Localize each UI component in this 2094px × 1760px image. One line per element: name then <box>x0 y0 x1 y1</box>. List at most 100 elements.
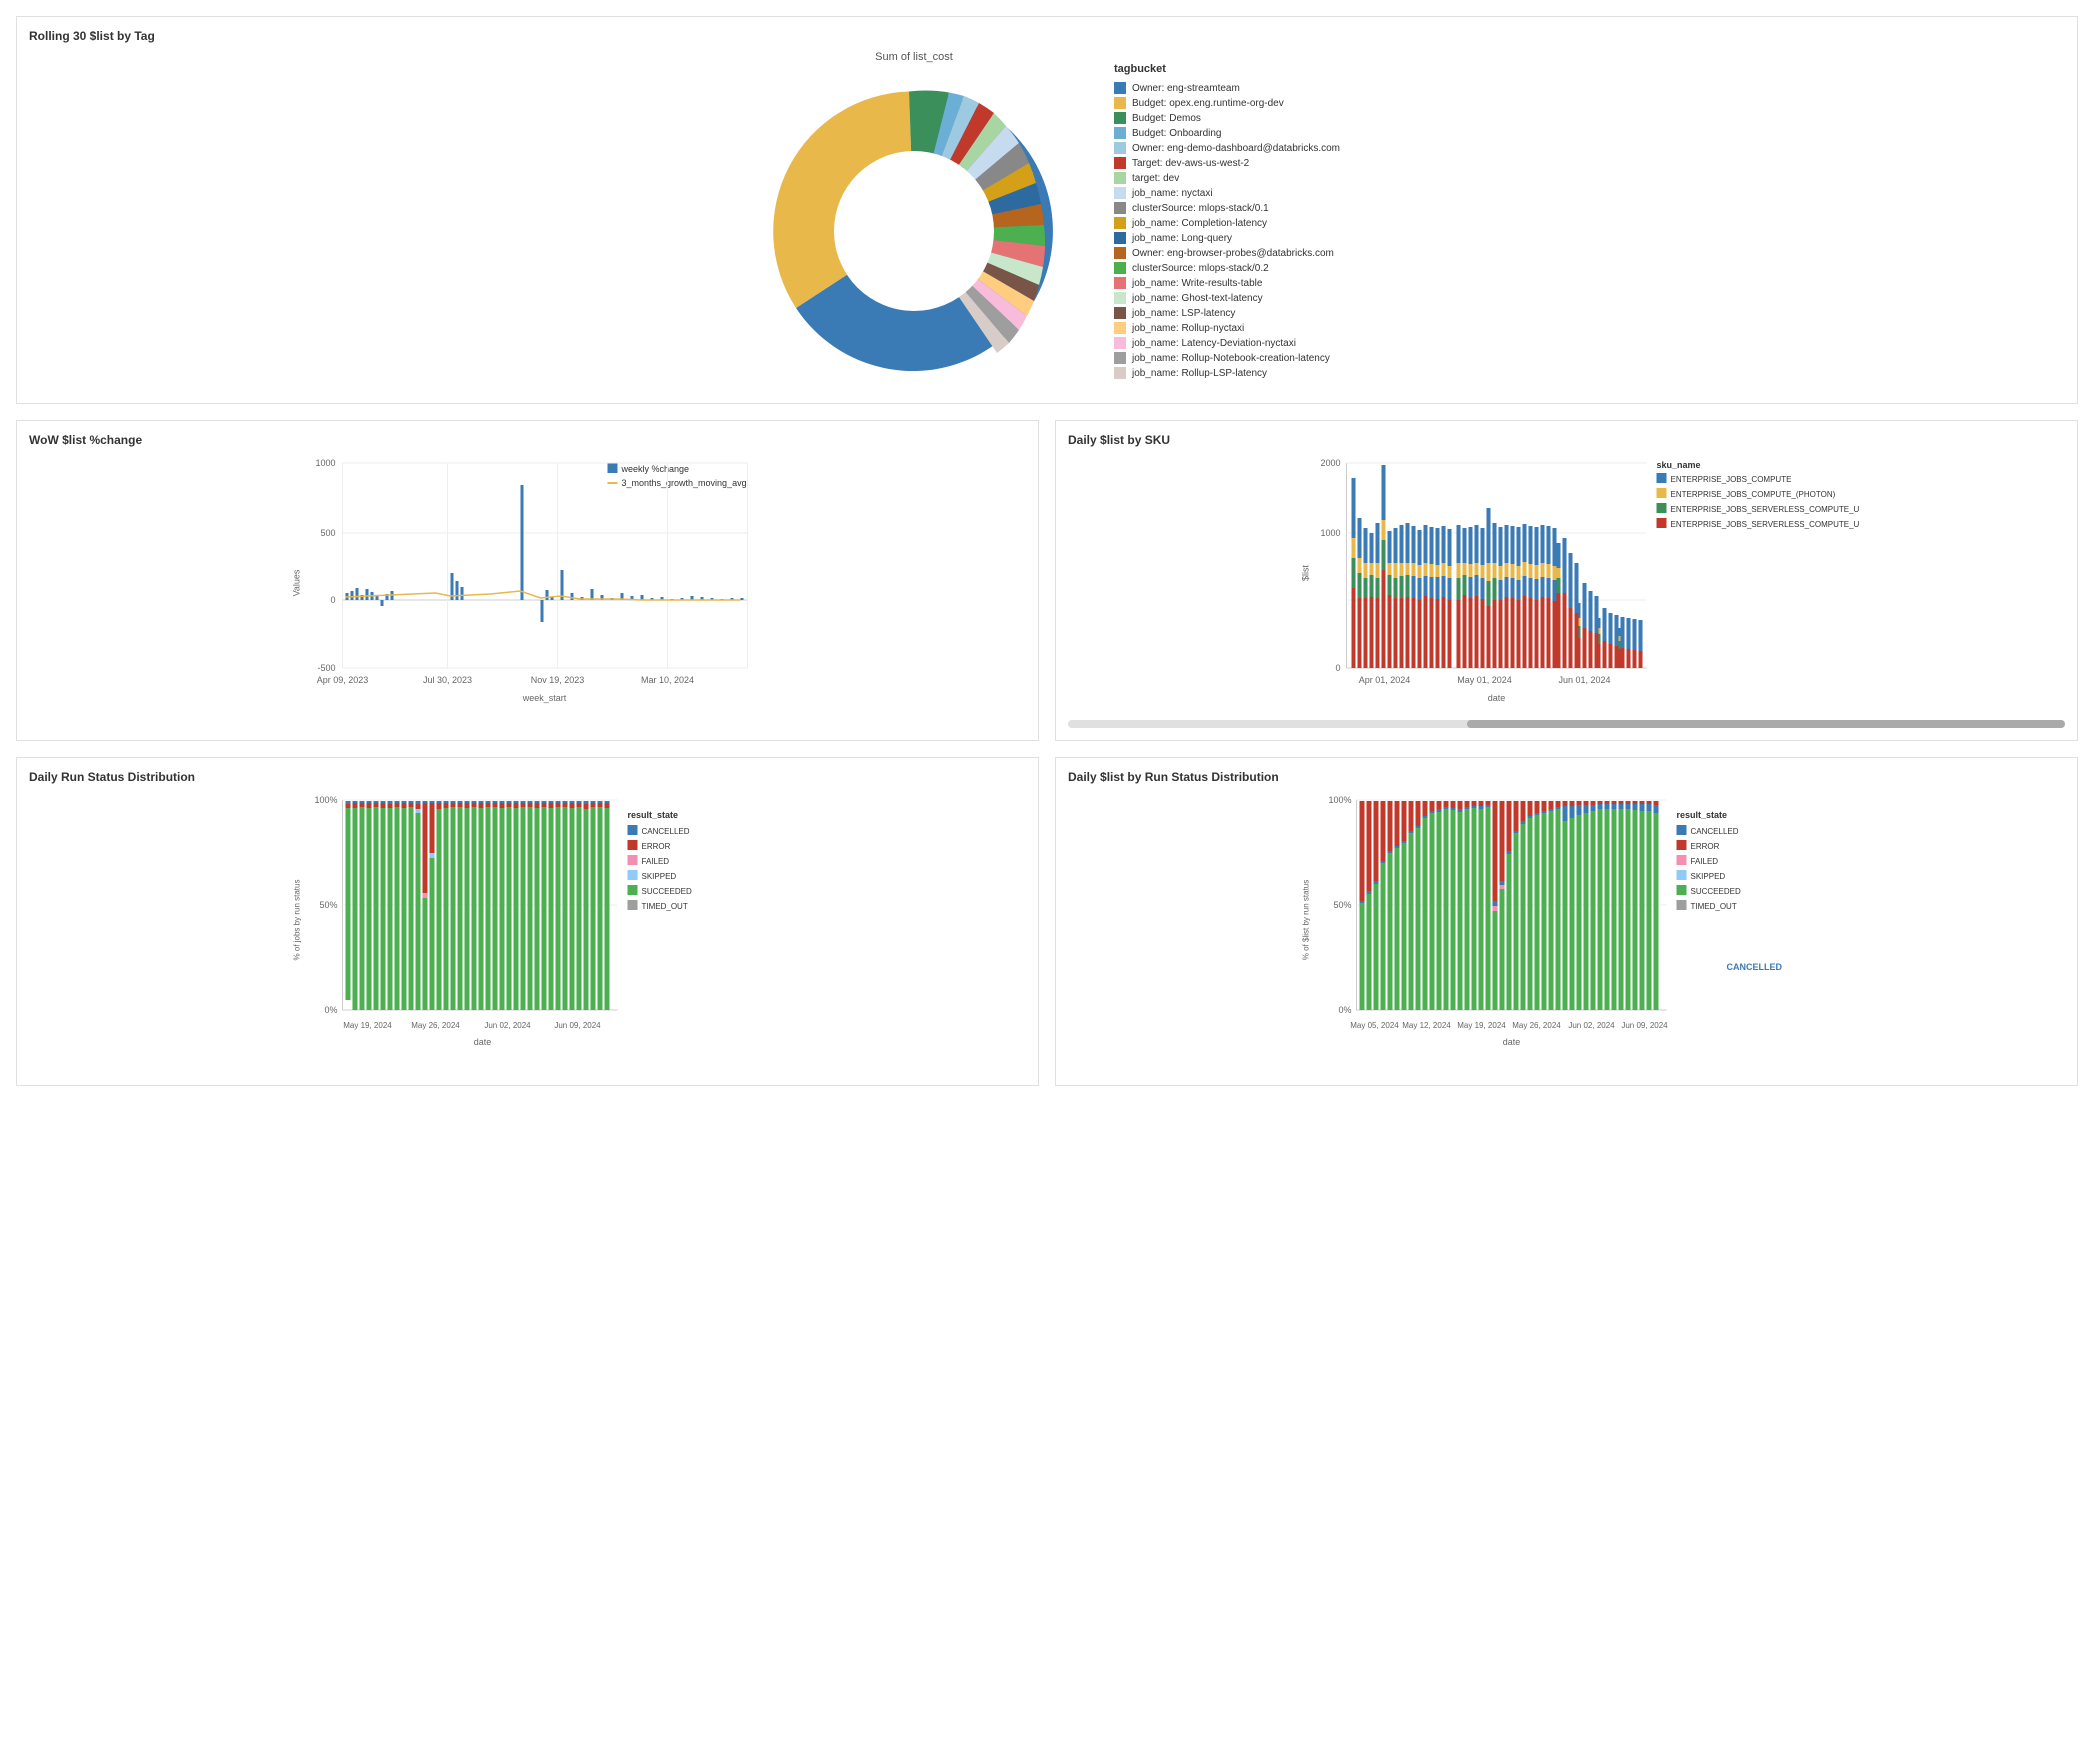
legend-item-11: Owner: eng-browser-probes@databricks.com <box>1114 247 1340 259</box>
donut-container: Sum of list_cost <box>29 51 2065 391</box>
svg-text:date: date <box>1488 693 1506 703</box>
legend-item-10: job_name: Long-query <box>1114 232 1340 244</box>
svg-text:0%: 0% <box>1338 1005 1351 1015</box>
dashboard: Rolling 30 $list by Tag Sum of list_cost <box>0 0 2094 1102</box>
svg-text:CANCELLED: CANCELLED <box>1691 827 1739 836</box>
legend-item-13: job_name: Write-results-table <box>1114 277 1340 289</box>
svg-text:TIMED_OUT: TIMED_OUT <box>642 902 688 911</box>
legend-color-18 <box>1114 352 1126 364</box>
wow-svg: weekly %change 3_months_growth_moving_av… <box>29 453 1026 713</box>
legend-item-6: target: dev <box>1114 172 1340 184</box>
svg-text:week_start: week_start <box>522 693 567 703</box>
svg-text:Jun 09, 2024: Jun 09, 2024 <box>1621 1021 1668 1030</box>
legend-label-1: Budget: opex.eng.runtime-org-dev <box>1132 98 1284 109</box>
legend-color-10 <box>1114 232 1126 244</box>
svg-text:Values: Values <box>292 569 302 596</box>
legend-item-7: job_name: nyctaxi <box>1114 187 1340 199</box>
svg-text:0: 0 <box>1335 663 1340 673</box>
legend-label-5: Target: dev-aws-us-west-2 <box>1132 158 1249 169</box>
legend-label-13: job_name: Write-results-table <box>1132 278 1262 289</box>
legend-color-12 <box>1114 262 1126 274</box>
svg-text:ENTERPRISE_JOBS_SERVERLESS_COM: ENTERPRISE_JOBS_SERVERLESS_COMPUTE_U <box>1671 520 1860 529</box>
legend-color-16 <box>1114 322 1126 334</box>
svg-text:SUCCEEDED: SUCCEEDED <box>642 887 692 896</box>
svg-text:FAILED: FAILED <box>1691 857 1719 866</box>
svg-text:SKIPPED: SKIPPED <box>642 872 677 881</box>
legend-label-19: job_name: Rollup-LSP-latency <box>1132 368 1267 379</box>
svg-text:date: date <box>474 1037 492 1047</box>
svg-text:50%: 50% <box>319 900 337 910</box>
legend-label-10: job_name: Long-query <box>1132 233 1232 244</box>
svg-text:ENTERPRISE_JOBS_COMPUTE_(PHOTO: ENTERPRISE_JOBS_COMPUTE_(PHOTON) <box>1671 490 1836 499</box>
legend-item-15: job_name: LSP-latency <box>1114 307 1340 319</box>
top-section: Rolling 30 $list by Tag Sum of list_cost <box>16 16 2078 404</box>
donut-hole <box>834 151 994 311</box>
svg-text:% of $list by run status: % of $list by run status <box>1302 880 1311 960</box>
legend-label-3: Budget: Onboarding <box>1132 128 1222 139</box>
svg-text:Jun 01, 2024: Jun 01, 2024 <box>1558 675 1610 685</box>
svg-text:May 01, 2024: May 01, 2024 <box>1457 675 1512 685</box>
svg-text:ENTERPRISE_JOBS_SERVERLESS_COM: ENTERPRISE_JOBS_SERVERLESS_COMPUTE_U <box>1671 505 1860 514</box>
svg-text:1000: 1000 <box>1320 528 1340 538</box>
legend-color-8 <box>1114 202 1126 214</box>
svg-text:$list: $list <box>1301 565 1311 582</box>
legend-label-8: clusterSource: mlops-stack/0.1 <box>1132 203 1269 214</box>
legend-label-7: job_name: nyctaxi <box>1132 188 1213 199</box>
donut-chart-area: Sum of list_cost <box>754 51 1074 391</box>
list-run-title: Daily $list by Run Status Distribution <box>1068 770 2065 784</box>
wow-title: WoW $list %change <box>29 433 1026 447</box>
legend-label-14: job_name: Ghost-text-latency <box>1132 293 1263 304</box>
wow-panel: WoW $list %change weekly %change 3_month… <box>16 420 1039 741</box>
svg-text:ENTERPRISE_JOBS_COMPUTE: ENTERPRISE_JOBS_COMPUTE <box>1671 475 1792 484</box>
top-section-title: Rolling 30 $list by Tag <box>29 29 2065 43</box>
svg-text:50%: 50% <box>1333 900 1351 910</box>
svg-text:2000: 2000 <box>1320 458 1340 468</box>
svg-text:result_state: result_state <box>628 810 679 820</box>
sku-panel: Daily $list by SKU ENTERPRISE_JOBS_COMPU… <box>1055 420 2078 741</box>
svg-text:result_state: result_state <box>1677 810 1728 820</box>
svg-text:1000: 1000 <box>315 458 335 468</box>
legend-color-9 <box>1114 217 1126 229</box>
legend-label-18: job_name: Rollup-Notebook-creation-laten… <box>1132 353 1330 364</box>
svg-text:May 26, 2024: May 26, 2024 <box>1512 1021 1561 1030</box>
legend-color-15 <box>1114 307 1126 319</box>
svg-text:ERROR: ERROR <box>642 842 671 851</box>
legend-item-18: job_name: Rollup-Notebook-creation-laten… <box>1114 352 1340 364</box>
svg-text:SKIPPED: SKIPPED <box>1691 872 1726 881</box>
legend-label-12: clusterSource: mlops-stack/0.2 <box>1132 263 1269 274</box>
legend-item-8: clusterSource: mlops-stack/0.1 <box>1114 202 1340 214</box>
svg-text:ERROR: ERROR <box>1691 842 1720 851</box>
legend-color-0 <box>1114 82 1126 94</box>
legend-item-17: job_name: Latency-Deviation-nyctaxi <box>1114 337 1340 349</box>
run-status-panel: Daily Run Status Distribution result_sta… <box>16 757 1039 1086</box>
legend-label-9: job_name: Completion-latency <box>1132 218 1267 229</box>
svg-text:Nov 19, 2023: Nov 19, 2023 <box>531 675 585 685</box>
legend-color-7 <box>1114 187 1126 199</box>
legend-label-15: job_name: LSP-latency <box>1132 308 1235 319</box>
svg-text:100%: 100% <box>314 795 337 805</box>
legend-color-11 <box>1114 247 1126 259</box>
middle-row: WoW $list %change weekly %change 3_month… <box>16 420 2078 741</box>
svg-text:500: 500 <box>320 528 335 538</box>
cancelled-badge: CANCELLED <box>1727 962 1783 972</box>
svg-text:100%: 100% <box>1328 795 1351 805</box>
legend-color-6 <box>1114 172 1126 184</box>
svg-text:Apr 09, 2023: Apr 09, 2023 <box>317 675 369 685</box>
svg-text:0%: 0% <box>324 1005 337 1015</box>
legend-item-9: job_name: Completion-latency <box>1114 217 1340 229</box>
legend-item-19: job_name: Rollup-LSP-latency <box>1114 367 1340 379</box>
legend-label-4: Owner: eng-demo-dashboard@databricks.com <box>1132 143 1340 154</box>
svg-text:May 19, 2024: May 19, 2024 <box>343 1021 392 1030</box>
wow-legend-avg: 3_months_growth_moving_avg <box>622 478 747 488</box>
bottom-row: Daily Run Status Distribution result_sta… <box>16 757 2078 1086</box>
sku-svg: ENTERPRISE_JOBS_COMPUTE ENTERPRISE_JOBS_… <box>1068 453 2065 713</box>
svg-text:Jun 09, 2024: Jun 09, 2024 <box>554 1021 601 1030</box>
sku-scrollbar[interactable] <box>1068 720 2065 728</box>
svg-text:SUCCEEDED: SUCCEEDED <box>1691 887 1741 896</box>
svg-text:Mar 10, 2024: Mar 10, 2024 <box>641 675 694 685</box>
legend-color-4 <box>1114 142 1126 154</box>
legend-item-0: Owner: eng-streamteam <box>1114 82 1340 94</box>
svg-text:0: 0 <box>330 595 335 605</box>
sku-scrollbar-thumb[interactable] <box>1467 720 2065 728</box>
legend-item-16: job_name: Rollup-nyctaxi <box>1114 322 1340 334</box>
